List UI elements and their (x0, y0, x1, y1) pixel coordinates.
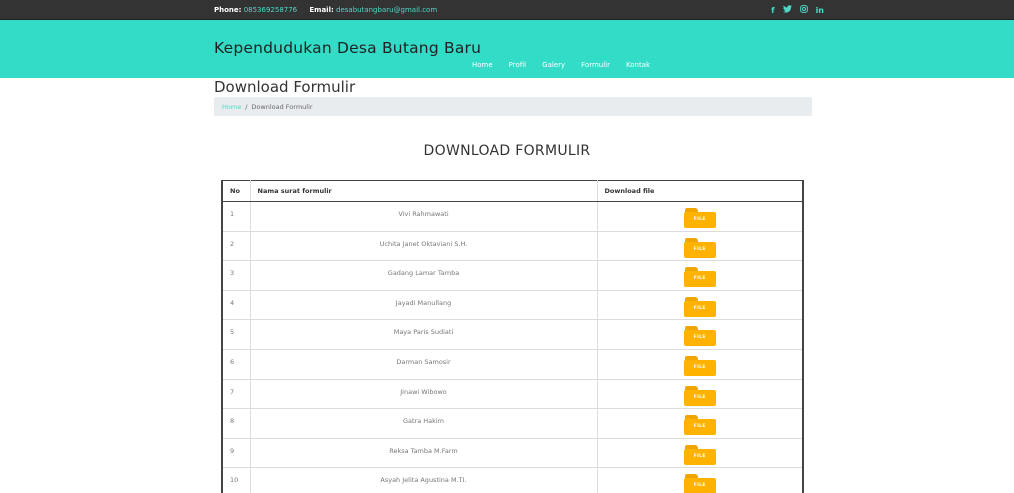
file-label: FILE (693, 335, 706, 341)
table-row: 5 Maya Paris Sudiati FILE (221, 319, 804, 350)
site-header: Kependudukan Desa Butang Baru Home Profi… (0, 20, 1014, 78)
file-folder-icon[interactable]: FILE (683, 208, 716, 228)
breadcrumb-separator: / (245, 102, 248, 111)
form-name: Vivi Rahmawati (249, 201, 598, 232)
phone-label: Phone: (214, 6, 242, 14)
row-number: 9 (221, 437, 251, 469)
download-cell: FILE (596, 201, 804, 232)
formulir-table: No Nama surat formulir Download file 1 Vi… (221, 180, 804, 493)
form-name: Uchita Janet Oktaviani S.H. (249, 230, 598, 262)
social-links: f in (771, 0, 824, 20)
row-number: 10 (221, 467, 251, 493)
column-header-no: No (221, 180, 251, 202)
form-name: Darman Samosir (249, 348, 598, 380)
table-row: 2 Uchita Janet Oktaviani S.H. FILE (221, 230, 804, 262)
row-number: 6 (221, 348, 251, 380)
row-number: 7 (221, 378, 251, 410)
column-header-name: Nama surat formulir (249, 180, 598, 202)
table-header-row: No Nama surat formulir Download file (221, 180, 804, 202)
section-title: DOWNLOAD FORMULIR (423, 143, 591, 159)
row-number: 4 (221, 289, 251, 321)
file-folder-icon[interactable]: FILE (683, 385, 716, 406)
form-name: Jayadi Manullang (249, 289, 598, 321)
nav-formulir[interactable]: Formulir (581, 61, 610, 69)
file-label: FILE (693, 394, 706, 400)
download-cell: FILE (596, 289, 804, 321)
file-label: FILE (693, 276, 706, 282)
file-label: FILE (693, 305, 706, 311)
row-number: 1 (221, 201, 251, 232)
top-contact-bar-inner: Phone: 085369258776 Email: desabutangbar… (214, 0, 824, 20)
form-name: Asyah Jelita Agustina M.TI. (249, 467, 598, 493)
download-cell: FILE (596, 319, 804, 350)
row-number: 2 (221, 230, 251, 262)
download-cell: FILE (596, 260, 804, 291)
file-folder-icon[interactable]: FILE (683, 326, 716, 347)
contact-info: Phone: 085369258776 Email: desabutangbar… (214, 6, 447, 14)
email-address[interactable]: desabutangbaru@gmail.com (336, 6, 437, 14)
file-folder-icon[interactable]: FILE (683, 415, 716, 436)
table-row: 7 Jinawi Wibowo FILE (221, 378, 804, 410)
email-label: Email: (309, 6, 334, 14)
form-name: Gadang Lamar Tamba (249, 260, 598, 291)
formulir-table-container: No Nama surat formulir Download file 1 Vi… (221, 180, 804, 493)
download-cell: FILE (596, 408, 804, 439)
file-label: FILE (693, 424, 706, 430)
download-cell: FILE (596, 230, 804, 262)
site-title[interactable]: Kependudukan Desa Butang Baru (214, 39, 481, 57)
download-cell: FILE (596, 467, 804, 493)
instagram-icon[interactable] (799, 5, 808, 15)
table-row: 6 Darman Samosir FILE (221, 348, 804, 380)
page-title: Download Formulir (214, 78, 356, 96)
file-folder-icon[interactable]: FILE (683, 444, 716, 465)
nav-home[interactable]: Home (472, 61, 493, 69)
nav-galery[interactable]: Galery (542, 61, 565, 69)
form-name: Maya Paris Sudiati (249, 319, 598, 350)
file-label: FILE (693, 246, 706, 252)
nav-profil[interactable]: Profil (509, 61, 526, 69)
form-name: Reksa Tamba M.Farm (249, 437, 598, 469)
table-row: 9 Reksa Tamba M.Farm FILE (221, 437, 804, 469)
twitter-icon[interactable] (782, 5, 792, 15)
nav-kontak[interactable]: Kontak (626, 61, 650, 69)
table-row: 8 Gatra Hakim FILE (221, 408, 804, 439)
download-cell: FILE (596, 348, 804, 380)
file-label: FILE (693, 364, 706, 370)
file-folder-icon[interactable]: FILE (683, 267, 716, 288)
column-header-download: Download file (596, 180, 804, 202)
breadcrumb: Home / Download Formulir (214, 97, 812, 116)
facebook-icon[interactable]: f (771, 6, 774, 15)
file-folder-icon[interactable]: FILE (683, 237, 716, 258)
row-number: 8 (221, 408, 251, 439)
table-row: 1 Vivi Rahmawati FILE (221, 201, 804, 232)
main-nav: Home Profil Galery Formulir Kontak (472, 61, 666, 69)
breadcrumb-current: Download Formulir (251, 102, 313, 111)
file-label: FILE (693, 453, 706, 459)
download-cell: FILE (596, 378, 804, 410)
file-label: FILE (693, 483, 706, 489)
linkedin-icon[interactable]: in (816, 6, 824, 15)
phone-number[interactable]: 085369258776 (244, 6, 297, 14)
table-row: 10 Asyah Jelita Agustina M.TI. FILE (221, 467, 804, 493)
file-folder-icon[interactable]: FILE (683, 355, 716, 376)
file-folder-icon[interactable]: FILE (683, 474, 716, 493)
top-contact-bar: Phone: 085369258776 Email: desabutangbar… (0, 0, 1014, 20)
form-name: Gatra Hakim (249, 408, 598, 439)
form-name: Jinawi Wibowo (249, 378, 598, 410)
file-label: FILE (693, 217, 706, 222)
breadcrumb-home-link[interactable]: Home (222, 103, 241, 111)
row-number: 5 (221, 319, 251, 350)
table-row: 3 Gadang Lamar Tamba FILE (221, 260, 804, 291)
table-row: 4 Jayadi Manullang FILE (221, 289, 804, 321)
row-number: 3 (221, 260, 251, 291)
table-body: 1 Vivi Rahmawati FILE 2 Uchita Janet Oktavia… (221, 201, 804, 493)
file-folder-icon[interactable]: FILE (683, 296, 716, 317)
download-cell: FILE (596, 437, 804, 469)
